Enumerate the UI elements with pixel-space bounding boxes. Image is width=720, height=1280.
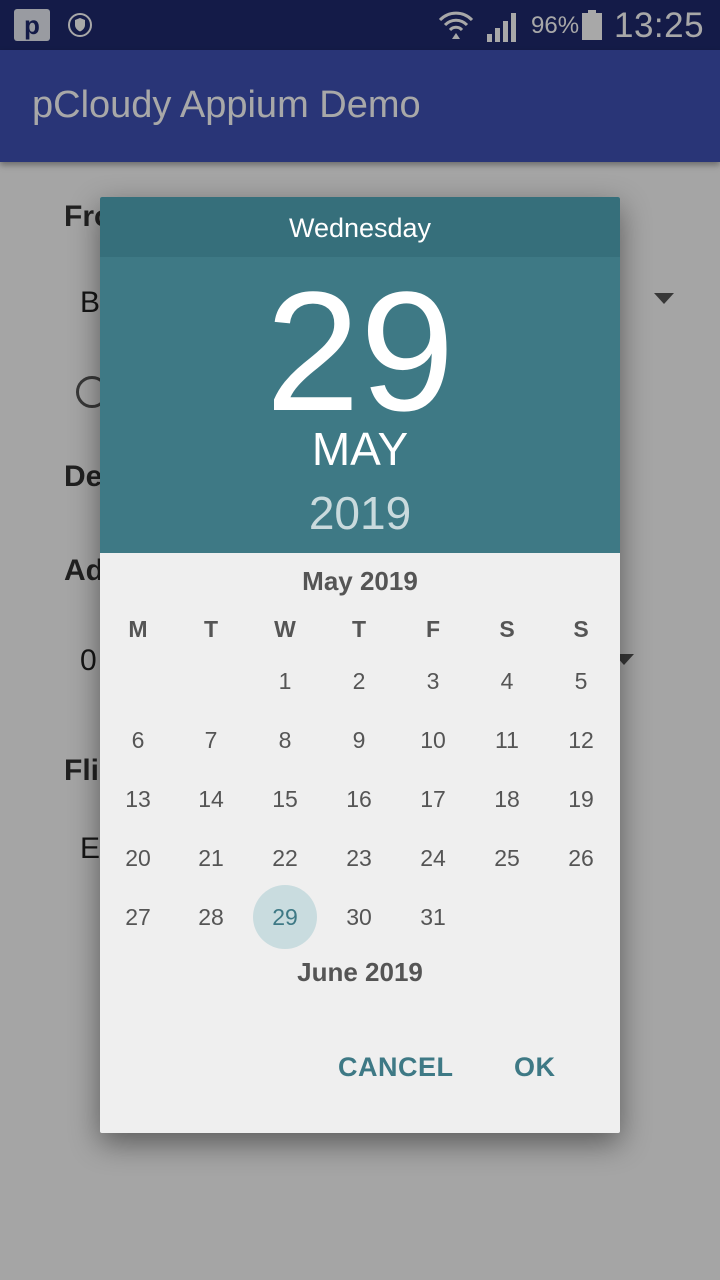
calendar-day[interactable]: 14 [179,767,243,831]
calendar-day[interactable]: 8 [253,708,317,772]
calendar-day[interactable]: 4 [475,649,539,713]
calendar-day[interactable]: 25 [475,826,539,890]
next-month-title: June 2019 [297,957,423,987]
selected-weekday: Wednesday [100,197,620,257]
calendar-day[interactable]: 20 [106,826,170,890]
weekday-header: S [499,616,515,642]
calendar-day[interactable]: 13 [106,767,170,831]
calendar-month-title: May 2019 [302,566,418,596]
calendar-day[interactable]: 12 [549,708,613,772]
weekday-header: S [573,616,589,642]
calendar-day[interactable]: 26 [549,826,613,890]
selected-year[interactable]: 2019 [100,485,620,541]
calendar-day[interactable]: 17 [401,767,465,831]
calendar-day[interactable]: 2 [327,649,391,713]
calendar-day[interactable]: 22 [253,826,317,890]
weekday-header: W [274,616,296,642]
calendar-day[interactable]: 28 [179,885,243,949]
calendar-day[interactable]: 5 [549,649,613,713]
weekday-header: T [351,616,367,642]
calendar-day[interactable]: 6 [106,708,170,772]
calendar-day[interactable]: 18 [475,767,539,831]
date-picker-dialog: Wednesday 29 MAY 2019 May 2019 MTWTFSS12… [100,197,620,1133]
calendar-day[interactable]: 15 [253,767,317,831]
calendar-day[interactable]: 21 [179,826,243,890]
weekday-header: F [425,616,441,642]
calendar-day[interactable]: 1 [253,649,317,713]
calendar-day[interactable]: 30 [327,885,391,949]
calendar-day[interactable]: 27 [106,885,170,949]
calendar-day[interactable]: 16 [327,767,391,831]
calendar-day[interactable]: 9 [327,708,391,772]
weekday-header: M [128,616,148,642]
calendar-day[interactable]: 7 [179,708,243,772]
selected-day[interactable]: 29 [100,257,620,447]
weekday-header: T [203,616,219,642]
calendar-day[interactable]: 31 [401,885,465,949]
calendar-day[interactable]: 19 [549,767,613,831]
selected-month[interactable]: MAY [100,421,620,477]
calendar-day[interactable]: 23 [327,826,391,890]
calendar-day[interactable]: 3 [401,649,465,713]
date-picker-header: 29 MAY 2019 [100,257,620,553]
cancel-button[interactable]: CANCEL [338,1052,454,1083]
calendar-day[interactable]: 10 [401,708,465,772]
calendar-day-selected[interactable]: 29 [253,885,317,949]
calendar-day[interactable]: 11 [475,708,539,772]
ok-button[interactable]: OK [514,1052,556,1083]
calendar-day[interactable]: 24 [401,826,465,890]
